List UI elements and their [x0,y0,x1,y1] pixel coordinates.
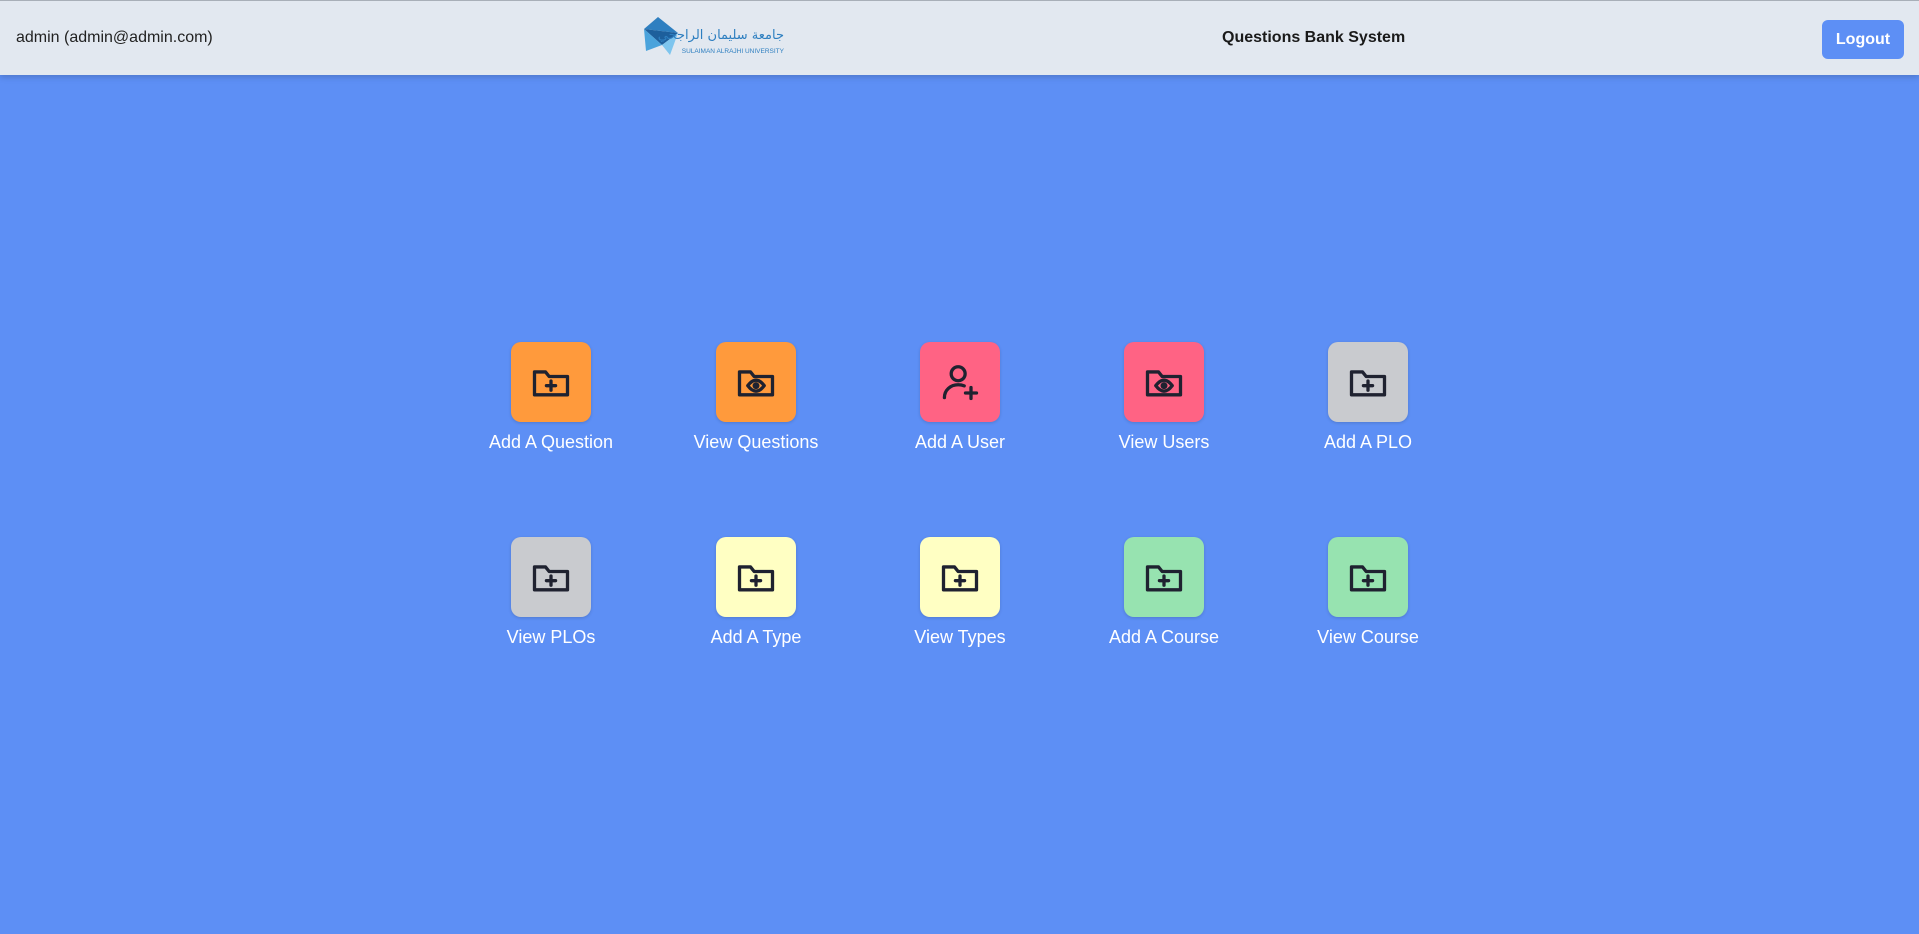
view-users-tile[interactable]: View Users [1084,342,1244,453]
add-type-button[interactable] [716,537,796,617]
add-question-button[interactable] [511,342,591,422]
view-questions-button[interactable] [716,342,796,422]
add-course-label: Add A Course [1108,627,1220,647]
folder-plus-icon [532,370,570,397]
view-course-label: View Course [1317,627,1419,647]
folder-plus-icon [1145,565,1183,592]
view-users-button[interactable] [1124,342,1204,422]
add-type-tile[interactable]: Add A Type [676,537,836,648]
view-users-label: View Users [1118,432,1210,452]
logo-arabic-text: جامعة سليمان الراجحي [658,28,784,43]
view-course-tile[interactable]: View Course [1288,537,1448,648]
logout-button[interactable]: Logout [1822,20,1904,59]
view-plos-button[interactable] [511,537,591,617]
view-questions-label: View Questions [693,432,819,452]
add-plo-button[interactable] [1328,342,1408,422]
view-course-button[interactable] [1328,537,1408,617]
view-types-button[interactable] [920,537,1000,617]
view-types-label: View Types [914,627,1006,647]
add-course-tile[interactable]: Add A Course [1084,537,1244,648]
add-course-button[interactable] [1124,537,1204,617]
add-question-tile[interactable]: Add A Question [471,342,631,453]
folder-plus-icon [1349,565,1387,592]
folder-eye-icon [737,370,775,397]
folder-plus-icon [941,565,979,592]
add-question-label: Add A Question [488,432,614,452]
add-plo-tile[interactable]: Add A PLO [1288,342,1448,453]
add-user-button[interactable] [920,342,1000,422]
logo-english-text: SULAIMAN ALRAJHI UNIVERSITY [682,48,785,55]
view-questions-tile[interactable]: View Questions [676,342,836,453]
view-types-tile[interactable]: View Types [880,537,1040,648]
folder-plus-icon [737,565,775,592]
view-plos-tile[interactable]: View PLOs [471,537,631,648]
university-logo: جامعة سليمان الراجحي SULAIMAN ALRAJHI UN… [640,15,786,61]
view-plos-label: View PLOs [506,627,596,647]
add-user-tile[interactable]: Add A User [880,342,1040,453]
add-user-label: Add A User [914,432,1006,452]
user-plus-icon [942,365,979,401]
system-title: Questions Bank System [1222,29,1406,46]
user-info: admin (admin@admin.com) [16,29,213,46]
folder-eye-icon [1145,370,1183,397]
add-type-label: Add A Type [710,627,802,647]
top-header: admin (admin@admin.com) جامعة سليمان الر… [0,0,1919,75]
folder-plus-icon [1349,370,1387,397]
folder-plus-icon [532,565,570,592]
add-plo-label: Add A PLO [1323,432,1413,452]
